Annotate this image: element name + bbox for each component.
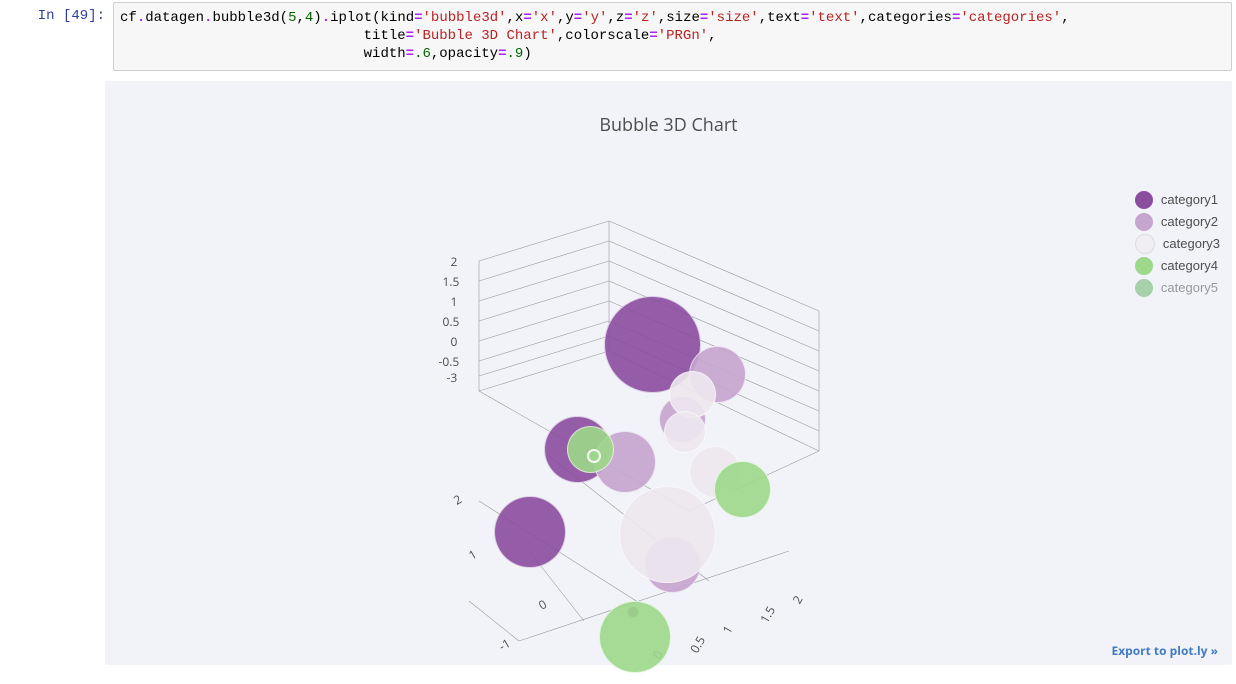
code-content: cf.datagen.bubble3d(5,4).iplot(kind='bub… [120, 9, 1225, 64]
output-cell: Bubble 3D Chart category1 category2 cate… [0, 81, 1236, 665]
output-prompt-spacer [0, 81, 105, 665]
legend-label: category4 [1161, 258, 1218, 273]
bubble-category3[interactable] [619, 486, 716, 583]
plot-title: Bubble 3D Chart [105, 113, 1232, 137]
axis-tick-z: 1 [451, 293, 458, 310]
axis-tick-z: -3 [447, 369, 458, 386]
chart-3d-scene[interactable]: 2 1.5 1 0.5 0 -0.5 -3 -1 0 1 2 0 0.5 1 1… [409, 201, 929, 651]
axis-tick-z: 1.5 [443, 273, 460, 290]
plot-canvas[interactable]: Bubble 3D Chart category1 category2 cate… [105, 81, 1232, 665]
bubble-category4[interactable] [714, 461, 771, 518]
legend-swatch-icon [1135, 213, 1153, 231]
legend-item-category5[interactable]: category5 [1135, 277, 1220, 299]
notebook-cell: In [49]: cf.datagen.bubble3d(5,4).iplot(… [0, 0, 1236, 71]
bubble-category3[interactable] [669, 371, 716, 418]
axis-tick-z: 2 [451, 253, 458, 270]
legend-item-category4[interactable]: category4 [1135, 255, 1220, 277]
input-prompt: In [49]: [0, 2, 113, 71]
legend: category1 category2 category3 category4 … [1135, 189, 1220, 299]
bubble-category4[interactable] [587, 449, 601, 463]
legend-swatch-icon [1135, 257, 1153, 275]
legend-label: category5 [1161, 280, 1218, 295]
axis-tick-z: -0.5 [439, 353, 460, 370]
axis-tick-z: 0.5 [443, 313, 460, 330]
legend-label: category1 [1161, 192, 1218, 207]
axis-tick-z: 0 [451, 333, 458, 350]
bubble-category1[interactable] [494, 496, 566, 568]
bubble-category4[interactable] [599, 601, 671, 673]
legend-item-category3[interactable]: category3 [1135, 233, 1220, 255]
legend-item-category1[interactable]: category1 [1135, 189, 1220, 211]
legend-swatch-icon [1135, 279, 1153, 297]
code-input-area[interactable]: cf.datagen.bubble3d(5,4).iplot(kind='bub… [113, 2, 1232, 71]
export-link[interactable]: Export to plot.ly » [1111, 642, 1218, 659]
legend-label: category2 [1161, 214, 1218, 229]
legend-item-category2[interactable]: category2 [1135, 211, 1220, 233]
legend-swatch-icon [1135, 234, 1155, 254]
legend-swatch-icon [1135, 191, 1153, 209]
legend-label: category3 [1163, 236, 1220, 251]
bubble-category3[interactable] [664, 411, 706, 453]
